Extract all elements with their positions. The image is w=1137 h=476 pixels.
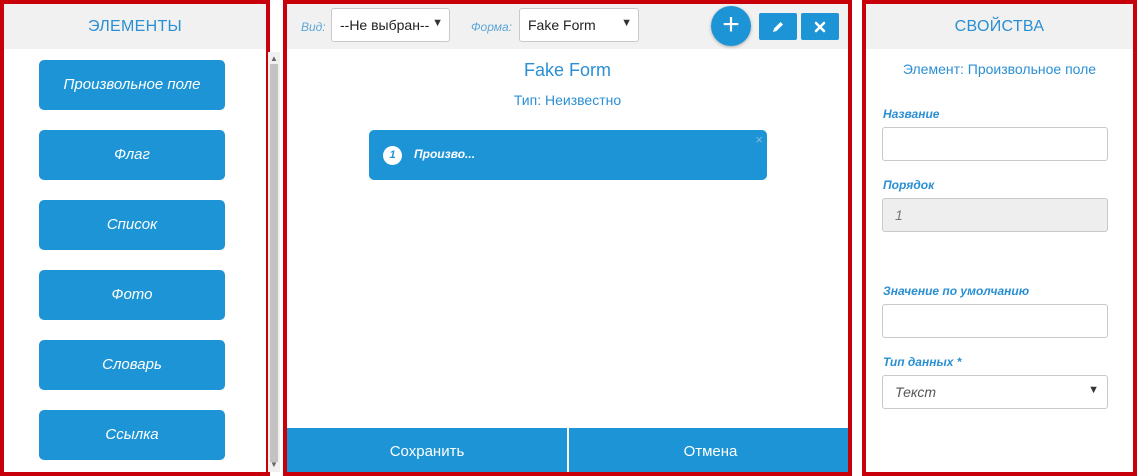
- default-value-label: Значение по умолчанию: [883, 284, 1030, 298]
- form-select-value: Fake Form: [528, 17, 596, 33]
- name-label: Название: [883, 107, 940, 121]
- datatype-label: Тип данных *: [883, 355, 962, 369]
- name-field[interactable]: [882, 127, 1108, 161]
- element-button-photo[interactable]: Фото: [39, 270, 225, 320]
- order-label: Порядок: [883, 178, 935, 192]
- chevron-down-icon: ▼: [621, 17, 632, 29]
- properties-panel-title: СВОЙСТВА: [866, 4, 1133, 49]
- form-label: Форма:: [471, 20, 512, 34]
- delete-form-button[interactable]: [801, 13, 839, 40]
- elements-panel-title: ЭЛЕМЕНТЫ: [4, 4, 266, 49]
- form-title: Fake Form: [523, 60, 611, 80]
- scroll-down-icon[interactable]: ▼: [270, 460, 278, 469]
- datatype-select-value: Текст: [895, 384, 936, 400]
- element-button-flag[interactable]: Флаг: [39, 130, 225, 180]
- element-button-list[interactable]: Список: [39, 200, 225, 250]
- form-toolbar: Вид: --Не выбран-- ▼ Форма: Fake Form ▼ …: [287, 4, 848, 49]
- form-editor-panel: Вид: --Не выбран-- ▼ Форма: Fake Form ▼ …: [283, 0, 852, 476]
- element-caption: Элемент: Произвольное поле: [902, 61, 1097, 77]
- default-value-field[interactable]: [882, 304, 1108, 338]
- cancel-button[interactable]: Отмена: [569, 428, 848, 472]
- element-button-custom-field[interactable]: Произвольное поле: [39, 60, 225, 110]
- elements-scrollbar[interactable]: ▲ ▼: [268, 52, 280, 472]
- save-button[interactable]: Сохранить: [287, 428, 567, 472]
- form-type: Тип: Неизвестно: [513, 92, 622, 108]
- order-field: 1: [882, 198, 1108, 232]
- chevron-down-icon: ▼: [1088, 384, 1099, 396]
- elements-panel: ЭЛЕМЕНТЫ Произвольное поле Флаг Список Ф…: [0, 0, 270, 476]
- element-button-dictionary[interactable]: Словарь: [39, 340, 225, 390]
- element-button-link[interactable]: Ссылка: [39, 410, 225, 460]
- scrollbar-thumb[interactable]: [270, 64, 278, 462]
- form-item-label: Произво...: [414, 147, 476, 161]
- view-select[interactable]: --Не выбран-- ▼: [331, 8, 450, 42]
- properties-panel: СВОЙСТВА Элемент: Произвольное поле Назв…: [862, 0, 1137, 476]
- datatype-select[interactable]: Текст ▼: [882, 375, 1108, 409]
- form-item[interactable]: 1 Произво... ×: [369, 130, 767, 180]
- add-form-button[interactable]: +: [711, 6, 751, 46]
- edit-form-button[interactable]: [759, 13, 797, 40]
- scroll-up-icon[interactable]: ▲: [270, 54, 278, 63]
- pencil-icon: [773, 22, 783, 33]
- form-item-number: 1: [383, 146, 402, 165]
- close-icon: [814, 21, 826, 33]
- chevron-down-icon: ▼: [432, 17, 443, 29]
- form-select[interactable]: Fake Form ▼: [519, 8, 639, 42]
- view-select-value: --Не выбран--: [340, 17, 430, 33]
- plus-icon: +: [722, 8, 740, 41]
- view-label: Вид:: [301, 20, 326, 34]
- remove-item-icon[interactable]: ×: [755, 132, 763, 147]
